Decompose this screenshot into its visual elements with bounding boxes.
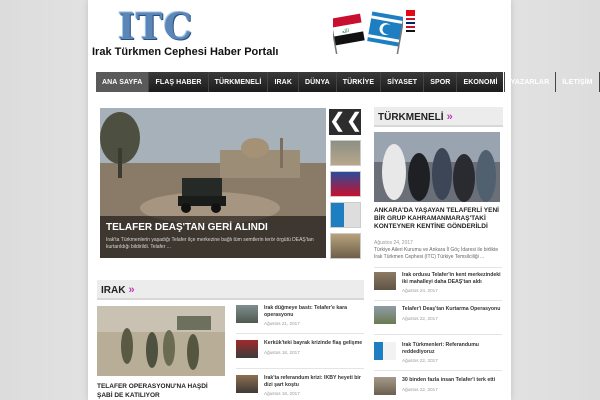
turkish-flag-icon[interactable]	[406, 10, 415, 16]
irak-section-header[interactable]: IRAK»	[97, 280, 364, 300]
nav-item-turkiye[interactable]: TÜRKİYE	[337, 72, 382, 92]
section-arrow-icon: »	[446, 111, 453, 123]
news-thumbnail	[374, 342, 396, 360]
irak-featured-title[interactable]: TELAFER OPERASYONU'NA HAŞDİ ŞABİ DE KATI…	[97, 382, 225, 400]
slider-excerpt: Irak'ta Türkmenlerin yaşadığı Telafer il…	[106, 237, 314, 250]
irak-list-item[interactable]: Kerkük'teki bayrak krizinde flaş gelişme…	[236, 340, 366, 364]
iraq-turkmen-flags-emblem: الله	[333, 11, 403, 54]
slider-title[interactable]: TELAFER DEAŞ'TAN GERİ ALINDI	[106, 222, 268, 233]
news-title[interactable]: Irak'ta referandum krizi: IKBY heyeti bi…	[264, 375, 364, 388]
divider	[374, 267, 502, 268]
featured-slider[interactable]: TELAFER DEAŞ'TAN GERİ ALINDI Irak'ta Tür…	[100, 108, 326, 258]
turkmeneli-list-item[interactable]: 30 binden fazla insan Telafer'i terk ett…	[374, 377, 502, 400]
slider-thumb-4[interactable]	[330, 233, 361, 259]
news-title[interactable]: Irak düğmeye bastı: Telafer'e kara opera…	[264, 305, 364, 318]
news-date: Ağustos 18, 2017	[264, 391, 300, 396]
divider	[374, 370, 502, 371]
nav-item-siyaset[interactable]: SİYASET	[381, 72, 425, 92]
slider-thumb-2[interactable]	[330, 171, 361, 197]
nav-item-irak[interactable]: IRAK	[268, 72, 299, 92]
irak-section-title: IRAK	[101, 285, 126, 296]
news-date: Ağustos 22, 2017	[402, 316, 438, 321]
news-title[interactable]: 30 binden fazla insan Telafer'i terk ett…	[402, 377, 502, 384]
news-title[interactable]: Telafer'i Deaş'tan Kurtarma Operasyonu	[402, 306, 502, 313]
news-title[interactable]: Irak ordusu Telafer'in kent merkezindeki…	[402, 272, 502, 285]
divider	[236, 333, 364, 334]
section-arrow-icon: »	[128, 284, 135, 296]
nav-item-dunya[interactable]: DÜNYA	[299, 72, 337, 92]
slider-image	[100, 108, 326, 258]
language-switcher	[406, 10, 416, 34]
news-thumbnail	[374, 377, 396, 395]
main-navigation: ANA SAYFA FLAŞ HABER TÜRKMENELİ IRAK DÜN…	[96, 72, 600, 92]
nav-item-ana-sayfa[interactable]: ANA SAYFA	[96, 72, 150, 92]
slider-thumb-1[interactable]	[330, 140, 361, 166]
irak-featured-image[interactable]	[97, 306, 225, 376]
irak-list-item[interactable]: Irak'ta referandum krizi: IKBY heyeti bi…	[236, 375, 366, 399]
turkmeneli-featured-date: Ağustos 24, 2017	[374, 240, 413, 246]
nav-item-turkmeneli[interactable]: TÜRKMENELİ	[209, 72, 269, 92]
turkmeneli-list-item[interactable]: Irak Türkmenleri: Referandumu reddediyor…	[374, 342, 502, 366]
turkmeneli-featured-image[interactable]	[374, 132, 500, 202]
slider-prev-arrow-icon[interactable]: ❮❮	[329, 109, 363, 135]
turkmeneli-featured-title[interactable]: ANKARA'DA YAŞAYAN TELAFERLİ YENİ BİR GRU…	[374, 207, 500, 231]
arabic-flag-icon[interactable]	[406, 26, 415, 32]
turkmeneli-list-item[interactable]: Irak ordusu Telafer'in kent merkezindeki…	[374, 272, 502, 296]
turkmeneli-featured-excerpt: Türkiye Aileri Kurumu ve Ankara İl Göç İ…	[374, 247, 499, 260]
news-date: Ağustos 22, 2017	[402, 387, 438, 392]
news-thumbnail	[236, 305, 258, 323]
svg-text:الله: الله	[341, 28, 349, 35]
slider-thumb-3[interactable]	[330, 202, 361, 228]
nav-item-yazarlar[interactable]: YAZARLAR	[505, 72, 557, 92]
news-date: Ağustos 22, 2017	[402, 358, 438, 363]
news-title[interactable]: Irak Türkmenleri: Referandumu reddediyor…	[402, 342, 502, 355]
news-thumbnail	[374, 306, 396, 324]
nav-item-ekonomi[interactable]: EKONOMİ	[457, 72, 505, 92]
english-flag-icon[interactable]	[406, 18, 415, 24]
turkmeneli-section-title: TÜRKMENELİ	[378, 112, 444, 123]
news-date: Ağustos 21, 2017	[264, 321, 300, 326]
divider	[374, 300, 502, 301]
divider	[374, 334, 502, 335]
news-thumbnail	[236, 340, 258, 358]
logo-subtitle: Irak Türkmen Cephesi Haber Portalı	[92, 46, 279, 58]
news-thumbnail	[374, 272, 396, 290]
divider	[236, 368, 364, 369]
news-date: Ağustos 18, 2017	[264, 350, 300, 355]
turkmeneli-list-item[interactable]: Telafer'i Deaş'tan Kurtarma Operasyonu A…	[374, 306, 502, 330]
news-date: Ağustos 24, 2017	[402, 288, 438, 293]
nav-item-spor[interactable]: SPOR	[424, 72, 458, 92]
nav-item-flas-haber[interactable]: FLAŞ HABER	[149, 72, 209, 92]
logo-letters: ITC	[118, 6, 194, 48]
irak-list-item[interactable]: Irak düğmeye bastı: Telafer'e kara opera…	[236, 305, 366, 329]
nav-item-iletisim[interactable]: İLETİŞİM	[556, 72, 600, 92]
turkmeneli-section-header[interactable]: TÜRKMENELİ»	[374, 107, 503, 127]
news-title[interactable]: Kerkük'teki bayrak krizinde flaş gelişme	[264, 340, 364, 347]
news-thumbnail	[236, 375, 258, 393]
